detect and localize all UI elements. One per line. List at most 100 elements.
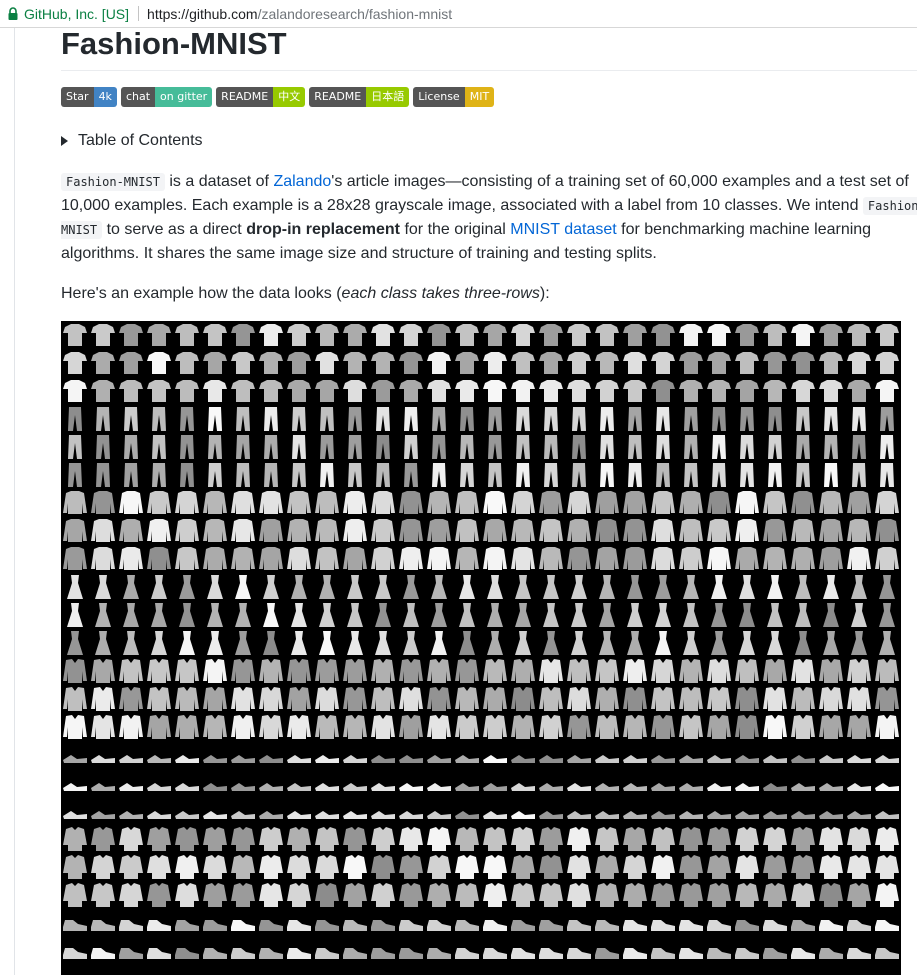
trouser-sample: [96, 435, 110, 459]
t-shirt-sample: [203, 352, 227, 374]
shirt-sample: [875, 855, 899, 879]
sandal-sample: [259, 755, 283, 763]
sandal-sample: [511, 811, 535, 819]
url-path[interactable]: /zalandoresearch/fashion-mnist: [258, 6, 453, 22]
trouser-sample: [600, 463, 614, 487]
t-shirt-sample: [175, 352, 199, 374]
pullover-sample: [455, 491, 479, 514]
sandal-sample: [343, 783, 367, 791]
shirt-sample: [763, 855, 787, 879]
t-shirt-sample: [371, 352, 395, 374]
dress-sample: [319, 603, 335, 627]
coat-sample: [819, 687, 843, 711]
t-shirt-sample: [651, 380, 675, 402]
coat-sample: [175, 715, 199, 739]
t-shirt-sample: [399, 352, 423, 374]
dress-sample: [291, 603, 307, 627]
sandal-sample: [315, 811, 339, 819]
pullover-sample: [707, 547, 731, 570]
coat-sample: [679, 715, 703, 739]
t-shirt-sample: [455, 352, 479, 374]
pullover-sample: [763, 547, 787, 570]
dress-sample: [767, 575, 783, 599]
trouser-sample: [180, 407, 194, 431]
shirt-sample: [231, 883, 255, 907]
badge-readme-zh[interactable]: README 中文: [216, 87, 306, 107]
coat-sample: [287, 687, 311, 711]
site-identity[interactable]: GitHub, Inc. [US]: [24, 6, 129, 22]
toc-toggle[interactable]: Table of Contents: [61, 132, 203, 150]
dress-sample: [291, 631, 307, 655]
url-host[interactable]: https://github.com: [147, 6, 258, 22]
pullover-sample: [399, 547, 423, 570]
coat-sample: [91, 659, 115, 683]
pullover-sample: [819, 547, 843, 570]
zalando-link[interactable]: Zalando: [273, 173, 331, 190]
dress-sample: [459, 575, 475, 599]
coat-sample: [315, 687, 339, 711]
shirt-sample: [427, 855, 451, 879]
shirt-sample: [511, 855, 535, 879]
badge-license[interactable]: License MIT: [413, 87, 495, 107]
sandal-sample: [231, 783, 255, 791]
shirt-sample: [511, 827, 535, 851]
sneaker-sample: [147, 920, 171, 931]
badge-value: MIT: [464, 87, 495, 107]
pullover-sample: [651, 491, 675, 514]
pullover-sample: [651, 519, 675, 542]
badge-readme-ja[interactable]: README 日本語: [309, 87, 410, 107]
dress-sample: [571, 631, 587, 655]
coat-sample: [707, 715, 731, 739]
t-shirt-sample: [875, 324, 899, 346]
coat-sample: [119, 687, 143, 711]
shirt-sample: [819, 883, 843, 907]
sandal-sample: [483, 783, 507, 791]
t-shirt-sample: [371, 380, 395, 402]
t-shirt-sample: [399, 324, 423, 346]
shirt-sample: [119, 855, 143, 879]
badge-star[interactable]: Star 4k: [61, 87, 117, 107]
trouser-sample: [320, 463, 334, 487]
sandal-sample: [539, 755, 563, 763]
t-shirt-sample: [735, 380, 759, 402]
t-shirt-sample: [483, 324, 507, 346]
sneaker-sample: [399, 920, 423, 931]
t-shirt-sample: [119, 352, 143, 374]
intro-paragraph: Fashion-MNIST is a dataset of Zalando's …: [61, 170, 917, 266]
t-shirt-sample: [483, 380, 507, 402]
sandal-sample: [147, 811, 171, 819]
shirt-sample: [427, 883, 451, 907]
trouser-sample: [712, 435, 726, 459]
t-shirt-sample: [147, 324, 171, 346]
address-bar[interactable]: GitHub, Inc. [US] https://github.com /za…: [0, 0, 917, 28]
trouser-sample: [628, 463, 642, 487]
coat-sample: [875, 659, 899, 683]
coat-sample: [819, 715, 843, 739]
badge-row: Star 4k chat on gitter README 中文 README 日本語 …: [61, 87, 495, 107]
t-shirt-sample: [651, 352, 675, 374]
shirt-sample: [651, 883, 675, 907]
t-shirt-sample: [819, 324, 843, 346]
dress-sample: [95, 631, 111, 655]
sandal-sample: [371, 811, 395, 819]
dress-sample: [403, 631, 419, 655]
sandal-sample: [875, 783, 899, 791]
t-shirt-sample: [343, 380, 367, 402]
sandal-sample: [707, 783, 731, 791]
shirt-sample: [343, 855, 367, 879]
coat-sample: [259, 687, 283, 711]
dress-sample: [263, 631, 279, 655]
shirt-sample: [623, 855, 647, 879]
badge-value: 日本語: [366, 87, 410, 107]
coat-sample: [707, 687, 731, 711]
dress-sample: [515, 575, 531, 599]
mnist-link[interactable]: MNIST dataset: [510, 221, 616, 238]
coat-sample: [399, 687, 423, 711]
pullover-sample: [623, 547, 647, 570]
badge-chat[interactable]: chat on gitter: [120, 87, 213, 107]
shirt-sample: [567, 827, 591, 851]
coat-sample: [511, 687, 535, 711]
pullover-sample: [847, 547, 871, 570]
dress-sample: [235, 603, 251, 627]
pullover-sample: [315, 491, 339, 514]
